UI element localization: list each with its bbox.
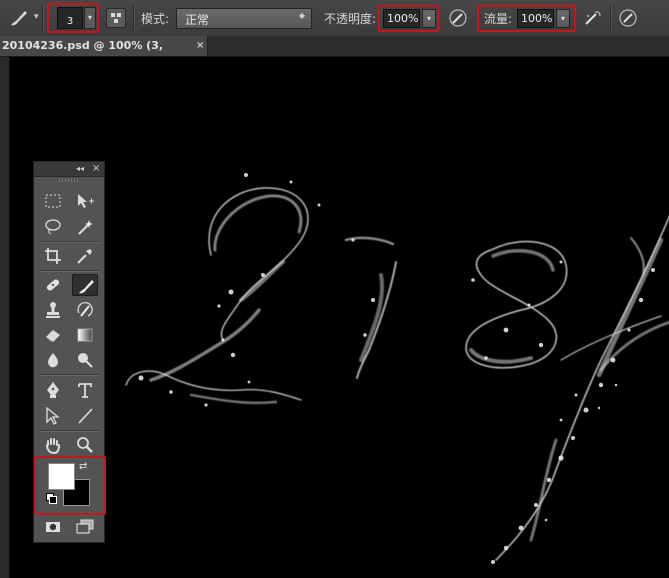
tools-panel-header[interactable]: ◂◂ × [34, 162, 104, 177]
magic-wand-icon[interactable] [72, 216, 98, 238]
document-tab[interactable]: 20104236.psd @ 100% (3, RGB/8#) * × [0, 36, 208, 71]
eyedropper-icon[interactable] [72, 245, 98, 267]
opacity-control: 100% ▾ [378, 5, 439, 32]
rectangular-marquee-icon[interactable] [40, 190, 66, 212]
opacity-label: 不透明度: [324, 12, 377, 26]
size-pressure-icon[interactable] [618, 8, 638, 28]
brush-icon[interactable] [72, 274, 98, 296]
flow-chevron-down-icon[interactable]: ▾ [556, 9, 570, 28]
blur-icon[interactable] [40, 349, 66, 371]
brush-size-picker[interactable]: 3 ▾ [47, 3, 99, 33]
line-icon[interactable] [72, 405, 98, 427]
opacity-chevron-down-icon[interactable]: ▾ [422, 9, 436, 28]
toggle-brush-panel-button[interactable] [106, 8, 126, 28]
eraser-icon[interactable] [40, 324, 66, 346]
blend-mode-value: 正常 [185, 13, 210, 27]
tool-preset-chevron-down-icon[interactable]: ▾ [34, 12, 39, 22]
foreground-color-swatch[interactable] [48, 463, 75, 490]
blend-mode-arrows-icon: ◆ [298, 11, 305, 20]
flow-control: 100% ▾ [477, 5, 576, 32]
close-icon[interactable]: × [92, 162, 100, 175]
default-colors-icon[interactable] [46, 493, 57, 504]
flow-input[interactable]: 100% [517, 9, 554, 28]
opacity-input[interactable]: 100% [383, 9, 420, 28]
spot-healing-brush-icon[interactable] [40, 274, 66, 296]
hand-icon[interactable] [40, 434, 66, 456]
document-tab-bar: 20104236.psd @ 100% (3, RGB/8#) * × [0, 36, 669, 71]
color-swatches: ⇄ [34, 456, 106, 515]
swap-colors-icon[interactable]: ⇄ [79, 461, 87, 472]
tools-panel: ◂◂ × ⇄ [33, 161, 106, 543]
brush-picker-chevron-down-icon[interactable]: ▾ [84, 7, 96, 29]
history-brush-icon[interactable] [72, 299, 98, 321]
collapse-icon[interactable]: ◂◂ [76, 162, 84, 175]
type-icon[interactable] [72, 379, 98, 401]
brush-size-value[interactable]: 3 [57, 7, 83, 29]
clone-stamp-icon[interactable] [40, 299, 66, 321]
screen-mode-icon[interactable] [72, 516, 98, 538]
brush-tool-preset-icon[interactable] [8, 8, 30, 28]
close-icon[interactable]: × [196, 36, 204, 55]
airbrush-icon[interactable] [583, 8, 603, 28]
lasso-icon[interactable] [40, 216, 66, 238]
document-canvas[interactable] [9, 57, 669, 578]
water-splash-artwork [125, 173, 669, 564]
pen-icon[interactable] [40, 379, 66, 401]
zoom-icon[interactable] [72, 434, 98, 456]
quick-mask-icon[interactable] [40, 516, 66, 538]
blend-mode-select[interactable]: 正常 ◆ [176, 8, 312, 29]
grip-icon[interactable] [59, 179, 79, 182]
dodge-icon[interactable] [72, 349, 98, 371]
opacity-pressure-icon[interactable] [448, 8, 468, 28]
path-selection-icon[interactable] [40, 405, 66, 427]
crop-icon[interactable] [40, 245, 66, 267]
options-bar: ▾ 3 ▾ 模式: 正常 ◆ 不透明度: 100% ▾ 流量: 100% ▾ [0, 0, 669, 37]
mode-label: 模式: [141, 12, 170, 26]
gradient-icon[interactable] [72, 324, 98, 346]
move-icon[interactable] [72, 190, 98, 212]
